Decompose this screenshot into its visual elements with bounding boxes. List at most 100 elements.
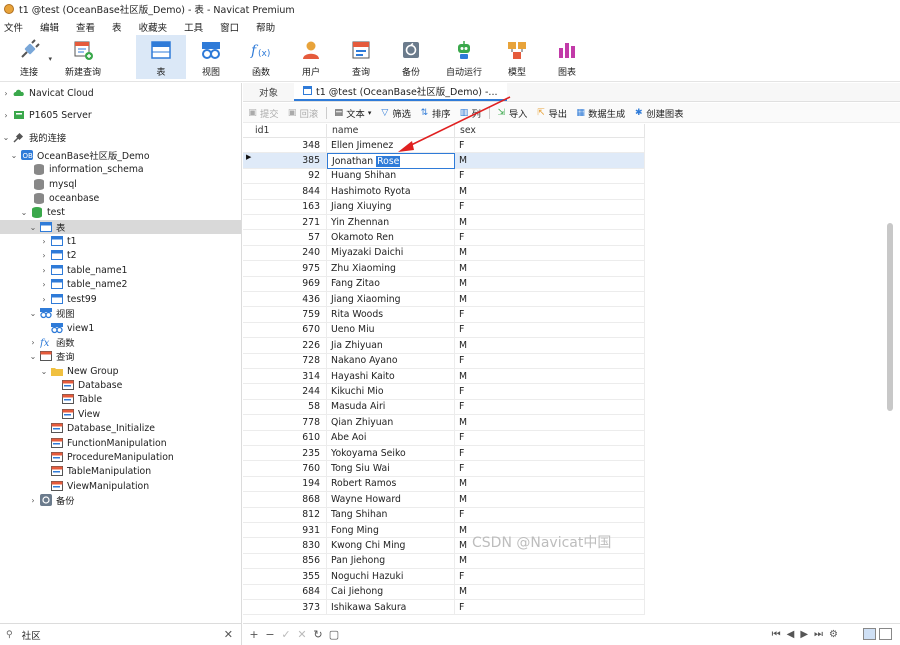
menu-table[interactable]: 表 (112, 20, 122, 34)
table-row[interactable]: 670 Ueno Miu F (243, 322, 645, 339)
cell-id1[interactable]: 58 (243, 399, 327, 416)
user-button[interactable]: 用户 (286, 35, 336, 79)
cell-name[interactable]: Yin Zhennan (327, 215, 455, 231)
query-button[interactable]: 查询 (336, 35, 386, 79)
cell-sex[interactable]: M (455, 261, 645, 277)
cell-sex[interactable]: F (455, 138, 645, 154)
cell-id1[interactable]: 778 (243, 415, 327, 431)
tab-objects[interactable]: 对象 (243, 82, 294, 101)
table-row[interactable]: 163 Jiang Xiuying F (243, 199, 645, 215)
cell-sex[interactable]: M (455, 245, 645, 262)
cell-sex[interactable]: F (455, 307, 645, 323)
settings-gear-icon[interactable]: ⚙ (829, 629, 838, 640)
chevron-right-icon[interactable]: › (40, 237, 48, 246)
table-row[interactable]: 844 Hashimoto Ryota M (243, 184, 645, 200)
tree-item-table-table-name1[interactable]: › table_name1 (0, 263, 241, 277)
table-row[interactable]: 975 Zhu Xiaoming M (243, 261, 645, 277)
tree-item-query-database[interactable]: Database (0, 378, 241, 392)
tree-item-backup-group[interactable]: › 备份 (0, 493, 241, 507)
chevron-down-icon[interactable]: ⌄ (29, 223, 37, 232)
tree-item-query-procedure-manipulation[interactable]: ProcedureManipulation (0, 450, 241, 464)
cell-id1[interactable]: 314 (243, 369, 327, 385)
cell-name[interactable]: Miyazaki Daichi (327, 245, 455, 262)
cell-id1[interactable]: 856 (243, 553, 327, 570)
cell-id1[interactable]: 844 (243, 184, 327, 200)
cell-name-editing[interactable]: Jonathan Rose (327, 153, 455, 169)
cell-name[interactable]: Nakano Ayano (327, 353, 455, 369)
tree-item-query-view-manipulation[interactable]: ViewManipulation (0, 479, 241, 493)
cell-sex[interactable]: F (455, 168, 645, 185)
cell-sex[interactable]: F (455, 322, 645, 339)
cell-sex[interactable]: F (455, 461, 645, 477)
table-row[interactable]: 610 Abe Aoi F (243, 430, 645, 446)
vertical-scrollbar-thumb[interactable] (887, 223, 893, 411)
tree-item-db-mysql[interactable]: mysql (0, 177, 241, 191)
cell-name[interactable]: Tong Siu Wai (327, 461, 455, 477)
cell-sex[interactable]: F (455, 384, 645, 400)
cell-id1[interactable]: 610 (243, 430, 327, 446)
cell-sex[interactable]: F (455, 507, 645, 523)
cell-name[interactable]: Jiang Xiaoming (327, 292, 455, 308)
table-row[interactable]: 385 Jonathan Rose M ▶ (243, 153, 645, 169)
cell-id1[interactable]: 931 (243, 523, 327, 539)
tree-item-query-database-initialize[interactable]: Database_Initialize (0, 421, 241, 435)
text-button[interactable]: ▤ 文本 ▾ (333, 106, 371, 120)
add-record-icon[interactable]: + (247, 628, 261, 641)
cell-sex[interactable]: M (455, 492, 645, 508)
chevron-down-icon[interactable]: ⌄ (20, 208, 28, 217)
chevron-down-icon[interactable]: ⌄ (29, 352, 37, 361)
chart-button[interactable]: 图表 (542, 35, 592, 79)
tree-item-navicat-cloud[interactable]: › Navicat Cloud (0, 86, 241, 100)
cell-sex[interactable]: M (455, 553, 645, 570)
cell-id1[interactable]: 436 (243, 292, 327, 308)
rollback-button[interactable]: ▣ 回滚 (287, 106, 318, 120)
cell-name[interactable]: Kwong Chi Ming (327, 538, 455, 554)
stop-icon[interactable]: ▢ (327, 628, 341, 641)
chevron-right-icon[interactable]: › (40, 295, 48, 304)
chevron-right-icon[interactable]: › (29, 496, 37, 505)
tree-item-db-oceanbase[interactable]: oceanbase (0, 191, 241, 205)
tree-item-db-information-schema[interactable]: information_schema (0, 162, 241, 176)
chevron-down-icon[interactable]: ⌄ (40, 367, 48, 376)
chevron-down-icon[interactable]: ⌄ (10, 151, 18, 160)
cell-id1[interactable]: 684 (243, 584, 327, 600)
column-header-id1[interactable]: id1 (243, 124, 327, 138)
table-row[interactable]: 760 Tong Siu Wai F (243, 461, 645, 477)
community-panel[interactable]: ⚲ 社区 ✕ (0, 623, 241, 645)
close-icon[interactable]: ✕ (224, 628, 233, 641)
cell-name[interactable]: Wayne Howard (327, 492, 455, 508)
tree-item-table-table-name2[interactable]: › table_name2 (0, 277, 241, 291)
menu-view[interactable]: 查看 (76, 20, 95, 34)
cell-id1[interactable]: 194 (243, 476, 327, 493)
tree-item-new-group[interactable]: ⌄ New Group (0, 364, 241, 378)
cell-name[interactable]: Abe Aoi (327, 430, 455, 446)
cell-name[interactable]: Jia Zhiyuan (327, 338, 455, 354)
table-row[interactable]: 856 Pan Jiehong M (243, 553, 645, 570)
cell-name[interactable]: Qian Zhiyuan (327, 415, 455, 431)
tree-item-db-test[interactable]: ⌄ test (0, 205, 241, 219)
tab-t1-table[interactable]: t1 @test (OceanBase社区版_Demo) -... (294, 82, 507, 101)
table-row[interactable]: 812 Tang Shihan F (243, 507, 645, 523)
cell-sex[interactable]: F (455, 353, 645, 369)
cell-id1[interactable]: 163 (243, 199, 327, 215)
cell-name[interactable]: Okamoto Ren (327, 230, 455, 246)
table-row[interactable]: 244 Kikuchi Mio F (243, 384, 645, 400)
cell-name[interactable]: Ellen Jimenez (327, 138, 455, 154)
cell-sex[interactable]: M (455, 184, 645, 200)
tree-item-oceanbase-connection[interactable]: ⌄ OB OceanBase社区版_Demo (0, 148, 241, 162)
table-row[interactable]: 314 Hayashi Kaito M (243, 369, 645, 385)
cell-id1[interactable]: 969 (243, 276, 327, 292)
cell-name[interactable]: Jiang Xiuying (327, 199, 455, 215)
chevron-down-icon[interactable]: ⌄ (29, 309, 37, 318)
tree-item-query-table[interactable]: Table (0, 392, 241, 406)
cell-sex[interactable]: F (455, 399, 645, 416)
cell-id1[interactable]: 244 (243, 384, 327, 400)
cell-id1[interactable]: 235 (243, 446, 327, 462)
cell-name[interactable]: Masuda Airi (327, 399, 455, 416)
tree-item-table-test99[interactable]: › test99 (0, 292, 241, 306)
columns-button[interactable]: ▥ 列 (459, 106, 481, 120)
table-row[interactable]: 57 Okamoto Ren F (243, 230, 645, 246)
menu-favorites[interactable]: 收藏夹 (139, 20, 168, 34)
tree-item-query-table-manipulation[interactable]: TableManipulation (0, 464, 241, 478)
cell-id1[interactable]: 812 (243, 507, 327, 523)
